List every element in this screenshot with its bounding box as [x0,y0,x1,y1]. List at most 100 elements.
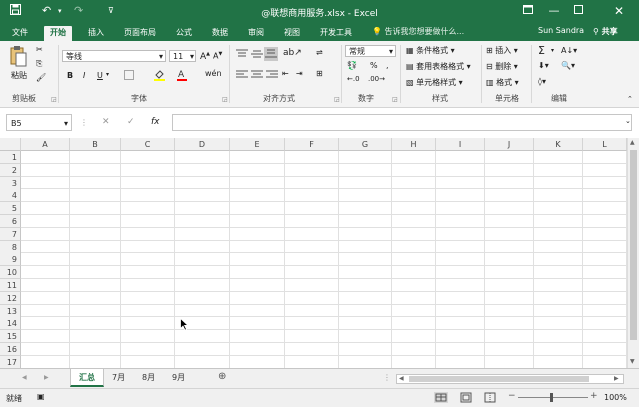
wrap-text-icon[interactable]: ⇌ [316,48,323,57]
row-header[interactable]: 2 [0,163,21,177]
merge-center-icon[interactable]: ⊞ [316,69,323,78]
column-header[interactable]: F [285,138,339,151]
zoom-slider-thumb[interactable] [550,393,553,402]
zoom-out-icon[interactable]: − [508,391,516,401]
fill-icon[interactable]: ⬇▾ [538,61,549,70]
tell-me-box[interactable]: 💡 告诉我您想要做什么... [372,26,464,37]
zoom-in-icon[interactable]: + [590,391,598,401]
collapse-ribbon-icon[interactable]: ⌃ [627,95,633,103]
font-launcher-icon[interactable]: ◲ [222,96,228,103]
sheet-tab-september[interactable]: 9月 [164,369,193,387]
share-button[interactable]: ⚲ 共享 [593,26,618,37]
column-header[interactable]: J [485,138,534,151]
sheet-tab-summary[interactable]: 汇总 [70,369,104,387]
sheet-tab-july[interactable]: 7月 [104,369,133,387]
sheet-tab-august[interactable]: 8月 [134,369,163,387]
ribbon-display-options-icon[interactable] [517,3,539,19]
scroll-tabs-right-icon[interactable]: ▶ [44,374,49,381]
cell-styles-button[interactable]: ▧ 单元格样式 ▾ [406,77,463,88]
column-header[interactable]: G [339,138,392,151]
horizontal-scroll-thumb[interactable] [409,376,589,382]
format-as-table-button[interactable]: ▤ 套用表格格式 ▾ [406,61,471,72]
tab-insert[interactable]: 插入 [82,26,110,41]
decrease-indent-icon[interactable]: ⇤ [282,69,289,78]
align-middle-icon[interactable] [251,49,263,61]
decrease-decimal-icon[interactable]: .00→ [368,75,385,83]
tab-data[interactable]: 数据 [206,26,234,41]
fill-color-icon[interactable] [154,69,165,84]
row-header[interactable]: 5 [0,202,21,216]
enter-icon[interactable]: ✓ [127,117,135,127]
column-header[interactable]: A [21,138,70,151]
column-header[interactable]: K [534,138,583,151]
row-header[interactable]: 3 [0,176,21,190]
page-break-view-icon[interactable] [484,392,496,405]
font-name-select[interactable]: 等线 ▾ [62,50,166,62]
scroll-right-icon[interactable]: ▶ [614,375,619,382]
scroll-tabs-left-icon[interactable]: ◀ [22,374,27,381]
column-header[interactable]: C [121,138,175,151]
normal-view-icon[interactable] [434,392,448,403]
row-header[interactable]: 6 [0,215,21,228]
font-color-icon[interactable]: A [177,69,187,84]
autosum-icon[interactable]: Σ [538,44,545,57]
align-bottom-icon[interactable] [264,47,278,61]
macro-record-icon[interactable]: ▣ [37,392,45,401]
tab-review[interactable]: 审阅 [242,26,270,41]
expand-formula-bar-icon[interactable]: ⌄ [625,117,631,125]
insert-cells-button[interactable]: ⊞ 插入 ▾ [486,45,518,56]
orientation-icon[interactable]: ab↗ [283,48,302,58]
worksheet-grid[interactable]: ABCDEFGHIJKL 1 2 3 4 5 6 7 8 9 10 11 12 13 14 15 16 17 [0,138,627,369]
cancel-icon[interactable]: ✕ [102,117,110,127]
vertical-scroll-thumb[interactable] [630,150,637,340]
column-header[interactable]: H [392,138,436,151]
zoom-level[interactable]: 100% [604,393,627,402]
close-icon[interactable]: ✕ [608,3,630,19]
percent-button[interactable]: % [370,61,378,70]
column-header[interactable]: B [70,138,121,151]
find-select-icon[interactable]: 🔍▾ [561,61,575,70]
page-layout-view-icon[interactable] [460,392,472,405]
scroll-up-icon[interactable]: ▲ [630,139,635,146]
decrease-font-icon[interactable]: A▼ [213,51,222,61]
tab-page-layout[interactable]: 页面布局 [118,26,162,41]
maximize-icon[interactable] [567,3,589,19]
italic-button[interactable]: I [83,71,85,80]
phonetic-icon[interactable]: wén [205,69,222,78]
user-name[interactable]: Sun Sandra [538,26,584,35]
row-header[interactable]: 17 [0,355,21,369]
tab-developer[interactable]: 开发工具 [314,26,358,41]
row-header[interactable]: 4 [0,189,21,203]
paste-button[interactable] [9,45,27,71]
row-header[interactable]: 11 [0,279,21,292]
row-header[interactable]: 16 [0,343,21,356]
tab-formulas[interactable]: 公式 [170,26,198,41]
column-header[interactable]: I [436,138,485,151]
row-header[interactable]: 9 [0,253,21,267]
number-format-select[interactable]: 常规 ▾ [345,45,396,57]
clear-icon[interactable]: ◊▾ [538,77,546,86]
row-header[interactable]: 1 [0,151,21,164]
copy-icon[interactable]: ⎘ [36,59,42,69]
column-header[interactable]: L [583,138,627,151]
conditional-formatting-button[interactable]: ▦ 条件格式 ▾ [406,45,455,56]
align-center-icon[interactable] [251,70,263,82]
increase-indent-icon[interactable]: ⇥ [296,69,303,78]
format-painter-icon[interactable]: 🖌 [36,73,46,82]
currency-icon[interactable]: 💱 [347,61,357,70]
chevron-down-icon[interactable]: ▾ [551,47,554,54]
new-sheet-icon[interactable]: ⊕ [218,371,226,382]
underline-button[interactable]: U [97,71,103,80]
column-header[interactable]: E [230,138,285,151]
row-header[interactable]: 7 [0,227,21,241]
format-cells-button[interactable]: ▥ 格式 ▾ [486,77,519,88]
align-left-icon[interactable] [236,70,248,82]
select-all-corner[interactable] [0,138,21,151]
align-top-icon[interactable] [236,49,248,61]
increase-decimal-icon[interactable]: ←.0 [347,75,360,83]
column-header[interactable]: D [175,138,230,151]
alignment-launcher-icon[interactable]: ◲ [334,96,340,103]
row-header[interactable]: 15 [0,330,21,344]
tab-file[interactable]: 文件 [6,26,34,41]
row-header[interactable]: 8 [0,240,21,254]
